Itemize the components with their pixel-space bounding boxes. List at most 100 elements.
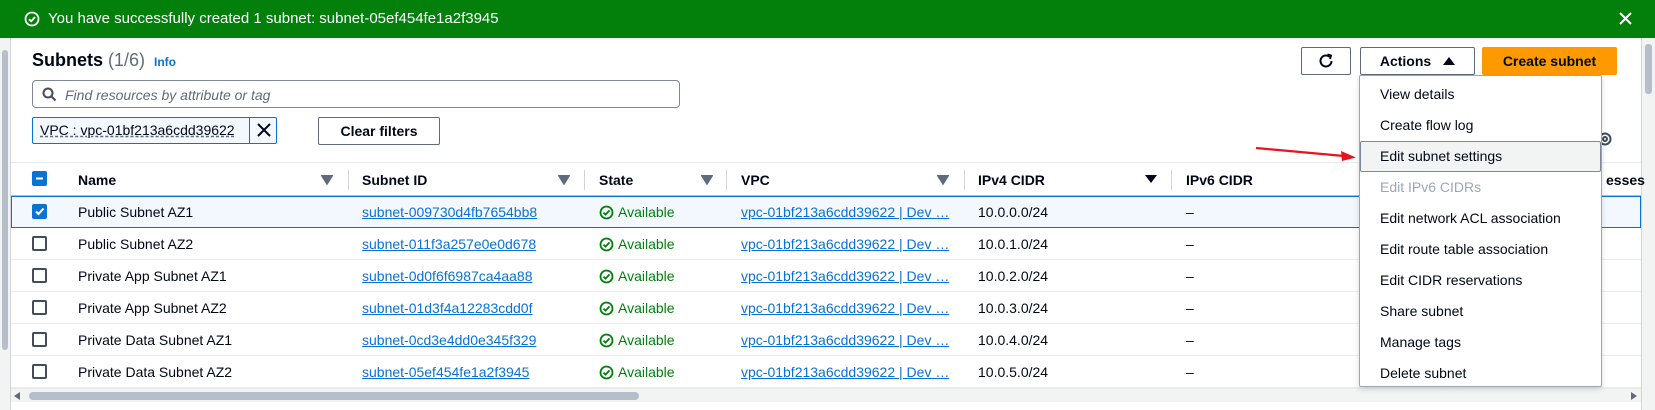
row-vpc[interactable]: vpc-01bf213a6cdd39622 | Dev … [741, 236, 949, 252]
menu-item-edit-cidr-reservations[interactable]: Edit CIDR reservations [1360, 265, 1601, 296]
row-name: Private App Subnet AZ2 [78, 300, 227, 316]
row-ipv4-cidr: 10.0.2.0/24 [978, 268, 1049, 284]
search-box[interactable] [32, 80, 680, 108]
info-link[interactable]: Info [154, 55, 176, 69]
caret-up-icon [1443, 57, 1456, 65]
row-name: Private Data Subnet AZ1 [78, 332, 233, 348]
state-label: Available [618, 364, 675, 380]
row-state: Available [599, 268, 675, 284]
row-ipv6-cidr: – [1186, 300, 1194, 316]
row-checkbox[interactable] [32, 364, 47, 379]
row-vpc[interactable]: vpc-01bf213a6cdd39622 | Dev … [741, 268, 949, 284]
row-subnet-id[interactable]: subnet-0cd3e4dd0e345f329 [362, 332, 536, 348]
row-checkbox[interactable] [32, 332, 47, 347]
row-ipv4-cidr: 10.0.3.0/24 [978, 300, 1049, 316]
menu-item-edit-ipv6-cidrs: Edit IPv6 CIDRs [1380, 179, 1482, 195]
row-checkbox[interactable] [32, 204, 47, 219]
state-label: Available [618, 236, 675, 252]
menu-item-manage-tags[interactable]: Manage tags [1360, 327, 1601, 358]
scroll-right-icon[interactable] [1631, 392, 1637, 400]
check-circle-icon [599, 365, 614, 380]
actions-menu: View details Create flow log Edit subnet… [1359, 75, 1602, 387]
col-header-ipv6-cidr[interactable]: IPv6 CIDR [1186, 172, 1253, 188]
row-checkbox[interactable] [32, 300, 47, 315]
menu-item-edit-subnet-settings[interactable]: Edit subnet settings [1360, 141, 1601, 172]
col-header-ipv4-cidr[interactable]: IPv4 CIDR [978, 172, 1045, 188]
row-checkbox[interactable] [32, 236, 47, 251]
state-label: Available [618, 332, 675, 348]
remove-filter-button[interactable] [249, 118, 278, 143]
row-ipv4-cidr: 10.0.5.0/24 [978, 364, 1049, 380]
state-label: Available [618, 204, 675, 220]
page-title: Subnets (1/6) [32, 50, 145, 71]
state-label: Available [618, 300, 675, 316]
row-state: Available [599, 300, 675, 316]
create-subnet-button[interactable]: Create subnet [1482, 47, 1617, 75]
row-vpc[interactable]: vpc-01bf213a6cdd39622 | Dev … [741, 300, 949, 316]
scrollbar-thumb[interactable] [29, 392, 639, 400]
select-all-checkbox[interactable] [32, 171, 47, 186]
menu-item-create-flow-log[interactable]: Create flow log [1360, 110, 1601, 141]
close-icon[interactable] [1618, 11, 1633, 26]
check-circle-icon [599, 269, 614, 284]
col-header-state[interactable]: State [599, 172, 633, 188]
menu-item-share-subnet[interactable]: Share subnet [1360, 296, 1601, 327]
row-subnet-id[interactable]: subnet-009730d4fb7654bb8 [362, 204, 537, 220]
clear-filters-button[interactable]: Clear filters [318, 117, 440, 145]
actions-dropdown-button[interactable]: Actions [1360, 47, 1475, 75]
menu-item-view-details[interactable]: View details [1360, 79, 1601, 110]
row-ipv6-cidr: – [1186, 268, 1194, 284]
check-circle-icon [599, 301, 614, 316]
sort-icon[interactable] [558, 175, 570, 185]
row-ipv6-cidr: – [1186, 236, 1194, 252]
row-state: Available [599, 236, 675, 252]
row-vpc[interactable]: vpc-01bf213a6cdd39622 | Dev … [741, 364, 949, 380]
refresh-button[interactable] [1301, 47, 1351, 75]
row-checkbox[interactable] [32, 268, 47, 283]
row-name: Public Subnet AZ1 [78, 204, 194, 220]
menu-item-delete-subnet[interactable]: Delete subnet [1360, 358, 1601, 389]
refresh-icon [1319, 53, 1333, 68]
col-header-partial: esses [1606, 172, 1645, 188]
check-circle-icon [599, 205, 614, 220]
row-state: Available [599, 364, 675, 380]
row-ipv6-cidr: – [1186, 204, 1194, 220]
row-vpc[interactable]: vpc-01bf213a6cdd39622 | Dev … [741, 204, 949, 220]
actions-label: Actions [1379, 53, 1432, 69]
row-ipv4-cidr: 10.0.4.0/24 [978, 332, 1049, 348]
page-title-text: Subnets [32, 50, 104, 70]
row-state: Available [599, 204, 675, 220]
close-icon [257, 123, 271, 137]
row-subnet-id[interactable]: subnet-011f3a257e0e0d678 [362, 236, 536, 252]
menu-item-edit-network-acl-association[interactable]: Edit network ACL association [1360, 203, 1601, 234]
filter-token[interactable]: VPC : vpc-01bf213a6cdd39622 [32, 117, 277, 144]
row-subnet-id[interactable]: subnet-05ef454fe1a2f3945 [362, 364, 529, 380]
sort-icon[interactable] [937, 175, 949, 185]
success-banner: You have successfully created 1 subnet: … [0, 0, 1655, 38]
row-name: Private Data Subnet AZ2 [78, 364, 233, 380]
row-state: Available [599, 332, 675, 348]
row-vpc[interactable]: vpc-01bf213a6cdd39622 | Dev … [741, 332, 949, 348]
scroll-left-icon[interactable] [14, 392, 20, 400]
search-input[interactable] [65, 85, 665, 104]
sorted-descending-icon[interactable] [1145, 175, 1157, 183]
row-subnet-id[interactable]: subnet-0d0f6f6987ca4aa88 [362, 268, 532, 284]
horizontal-scrollbar[interactable] [11, 388, 1641, 402]
col-header-subnet-id[interactable]: Subnet ID [362, 172, 427, 188]
row-name: Public Subnet AZ2 [78, 236, 194, 252]
row-ipv6-cidr: – [1186, 364, 1194, 380]
menu-item-edit-route-table-association[interactable]: Edit route table association [1360, 234, 1601, 265]
check-circle-icon [599, 333, 614, 348]
row-subnet-id[interactable]: subnet-01d3f4a12283cdd0f [362, 300, 532, 316]
col-header-name[interactable]: Name [78, 172, 116, 188]
selection-count: (1/6) [108, 50, 146, 70]
right-scrollbar[interactable] [1641, 38, 1655, 410]
row-name: Private App Subnet AZ1 [78, 268, 227, 284]
annotation-arrow [1255, 146, 1356, 161]
left-scrollbar[interactable] [0, 38, 11, 410]
sort-icon[interactable] [701, 175, 713, 185]
state-label: Available [618, 268, 675, 284]
col-header-vpc[interactable]: VPC [741, 172, 770, 188]
success-check-icon [24, 11, 40, 27]
sort-icon[interactable] [321, 175, 333, 185]
